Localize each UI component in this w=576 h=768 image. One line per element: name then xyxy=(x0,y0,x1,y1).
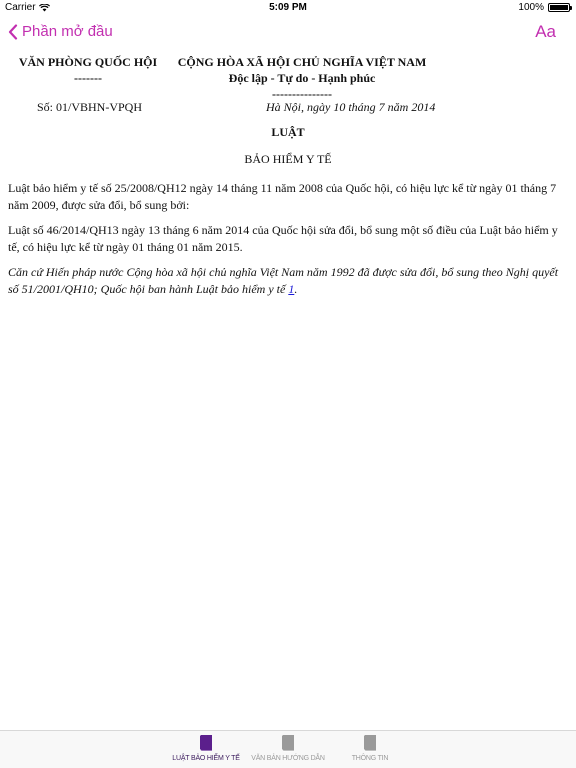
document-number: Số: 01/VBHN-VPQH xyxy=(37,100,143,114)
book-icon xyxy=(199,735,212,752)
battery-percent: 100% xyxy=(518,2,544,13)
navigation-bar: Phần mở đầu Aa xyxy=(0,16,576,48)
back-button[interactable]: Phần mở đầu xyxy=(8,23,113,40)
paragraph-3-end: . xyxy=(294,281,298,296)
battery-icon xyxy=(548,3,572,12)
tab-thong-tin[interactable]: THÔNG TIN xyxy=(330,734,410,762)
law-title: LUẬT xyxy=(271,125,305,139)
book-icon xyxy=(363,735,376,752)
tab-van-ban-huong-dan[interactable]: VĂN BẢN HƯỚNG DẪN xyxy=(248,734,328,762)
issuer-block: VĂN PHÒNG QUỐC HỘI ------- xyxy=(15,54,161,86)
tab-label: LUẬT BẢO HIỂM Y TẾ xyxy=(172,755,240,762)
issuer-name: VĂN PHÒNG QUỐC HỘI xyxy=(18,55,158,69)
paragraph-1: Luật bảo hiểm y tế số 25/2008/QH12 ngày … xyxy=(8,181,557,212)
paragraph-3-text: Căn cứ Hiến pháp nước Cộng hòa xã hội ch… xyxy=(8,265,559,296)
status-time: 5:09 PM xyxy=(269,2,307,13)
country-name: CỘNG HÒA XÃ HỘI CHỦ NGHĨA VIỆT NAM xyxy=(177,55,427,69)
paragraph-2: Luật số 46/2014/QH13 ngày 13 tháng 6 năm… xyxy=(8,223,558,254)
issuer-separator: ------- xyxy=(74,71,102,85)
national-header: CỘNG HÒA XÃ HỘI CHỦ NGHĨA VIỆT NAM Độc l… xyxy=(170,54,434,102)
tab-label: THÔNG TIN xyxy=(351,755,389,762)
tab-bar: LUẬT BẢO HIỂM Y TẾ VĂN BẢN HƯỚNG DẪN THÔ… xyxy=(0,730,576,768)
font-size-button[interactable]: Aa xyxy=(535,22,556,42)
chevron-left-icon xyxy=(8,23,18,40)
document-date: Hà Nội, ngày 10 tháng 7 năm 2014 xyxy=(266,100,436,114)
law-name: BẢO HIỂM Y TẾ xyxy=(244,152,332,166)
battery-indicator: 100% xyxy=(518,2,572,13)
battery-fill xyxy=(550,5,568,10)
national-motto: Độc lập - Tự do - Hạnh phúc xyxy=(228,71,376,85)
paragraph-3: Căn cứ Hiến pháp nước Cộng hòa xã hội ch… xyxy=(8,264,564,297)
tab-luat-bao-hiem-y-te[interactable]: LUẬT BẢO HIỂM Y TẾ xyxy=(166,734,246,762)
tab-label: VĂN BẢN HƯỚNG DẪN xyxy=(251,755,325,762)
back-label: Phần mở đầu xyxy=(22,23,113,40)
status-bar: Carrier 5:09 PM 100% xyxy=(0,0,576,16)
book-icon xyxy=(281,735,294,752)
